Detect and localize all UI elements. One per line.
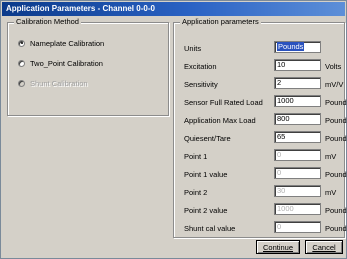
param-label: Quiesent/Tare <box>184 134 231 143</box>
radio-nameplate-calibration[interactable]: Nameplate Calibration <box>18 37 104 49</box>
radio-two-point-calibration[interactable]: Two_Point Calibration <box>18 57 103 69</box>
calibration-method-group: Calibration Method Nameplate Calibration… <box>7 17 169 116</box>
radio-label: Two_Point Calibration <box>30 58 103 68</box>
param-unit: mV <box>325 188 337 197</box>
continue-label: Continue <box>263 243 294 252</box>
param-label: Point 2 <box>184 188 208 197</box>
param-label: Sensor Full Rated Load <box>184 98 263 107</box>
param-unit: mV/V <box>325 80 344 89</box>
param-unit: Pounds <box>325 134 347 143</box>
shunt-cal-value-input: 0 <box>274 221 321 233</box>
sensor-full-rated-load-input[interactable]: 1000 <box>274 95 321 107</box>
param-row-point-2-value: Point 2 value 1000 Pounds <box>184 203 347 217</box>
param-row-excitation: Excitation 10 Volts <box>184 59 344 73</box>
param-row-point-1: Point 1 0 mV <box>184 149 344 163</box>
point-1-input: 0 <box>274 149 321 161</box>
point-1-value-input: 0 <box>274 167 321 179</box>
quiesent-tare-input[interactable]: 65 <box>274 131 321 143</box>
radio-label: Nameplate Calibration <box>30 38 105 48</box>
param-label: Excitation <box>184 62 217 71</box>
point-2-input: 30 <box>274 185 321 197</box>
units-input[interactable]: Pounds <box>274 41 321 53</box>
param-unit: Pounds <box>325 206 347 215</box>
param-label: Shunt cal value <box>184 224 236 233</box>
param-row-application-max-load: Application Max Load 800 Pounds <box>184 113 347 127</box>
param-row-sensitivity: Sensitivity 2 mV/V <box>184 77 344 91</box>
param-unit: Volts <box>325 62 342 71</box>
param-label: Point 1 value <box>184 170 228 179</box>
application-max-load-input[interactable]: 800 <box>274 113 321 125</box>
sensitivity-input[interactable]: 2 <box>274 77 321 89</box>
param-row-point-1-value: Point 1 value 0 Pounds <box>184 167 347 181</box>
param-row-units: Units Pounds <box>184 41 344 55</box>
param-unit: Pounds <box>325 224 347 233</box>
dialog-window: Application Parameters - Channel 0-0-0 C… <box>0 0 347 259</box>
param-unit: Pounds <box>325 116 347 125</box>
radio-label: Shunt Calibration <box>30 78 88 88</box>
param-row-quiesent-tare: Quiesent/Tare 65 Pounds <box>184 131 347 145</box>
radio-shunt-calibration: Shunt Calibration <box>18 77 88 89</box>
cancel-label: Cancel <box>312 243 336 252</box>
application-parameters-title: Application parameters <box>180 17 261 26</box>
param-row-sensor-full-rated-load: Sensor Full Rated Load 1000 Pounds <box>184 95 347 109</box>
input-value: Pounds <box>277 42 305 51</box>
param-unit: mV <box>325 152 337 161</box>
radio-button <box>18 79 25 87</box>
param-unit: Pounds <box>325 98 347 107</box>
continue-button[interactable]: Continue <box>256 240 300 254</box>
radio-button[interactable] <box>18 59 25 67</box>
excitation-input[interactable]: 10 <box>274 59 321 71</box>
param-label: Units <box>184 44 202 53</box>
param-label: Point 2 value <box>184 206 228 215</box>
point-2-value-input: 1000 <box>274 203 321 215</box>
param-label: Application Max Load <box>184 116 256 125</box>
radio-button[interactable] <box>18 39 25 47</box>
param-row-point-2: Point 2 30 mV <box>184 185 344 199</box>
window-title: Application Parameters - Channel 0-0-0 <box>2 2 345 16</box>
param-label: Sensitivity <box>184 80 218 89</box>
param-row-shunt-cal-value: Shunt cal value 0 Pounds <box>184 221 347 235</box>
param-label: Point 1 <box>184 152 208 161</box>
cancel-button[interactable]: Cancel <box>305 240 343 254</box>
param-unit: Pounds <box>325 170 347 179</box>
calibration-method-title: Calibration Method <box>14 17 81 26</box>
